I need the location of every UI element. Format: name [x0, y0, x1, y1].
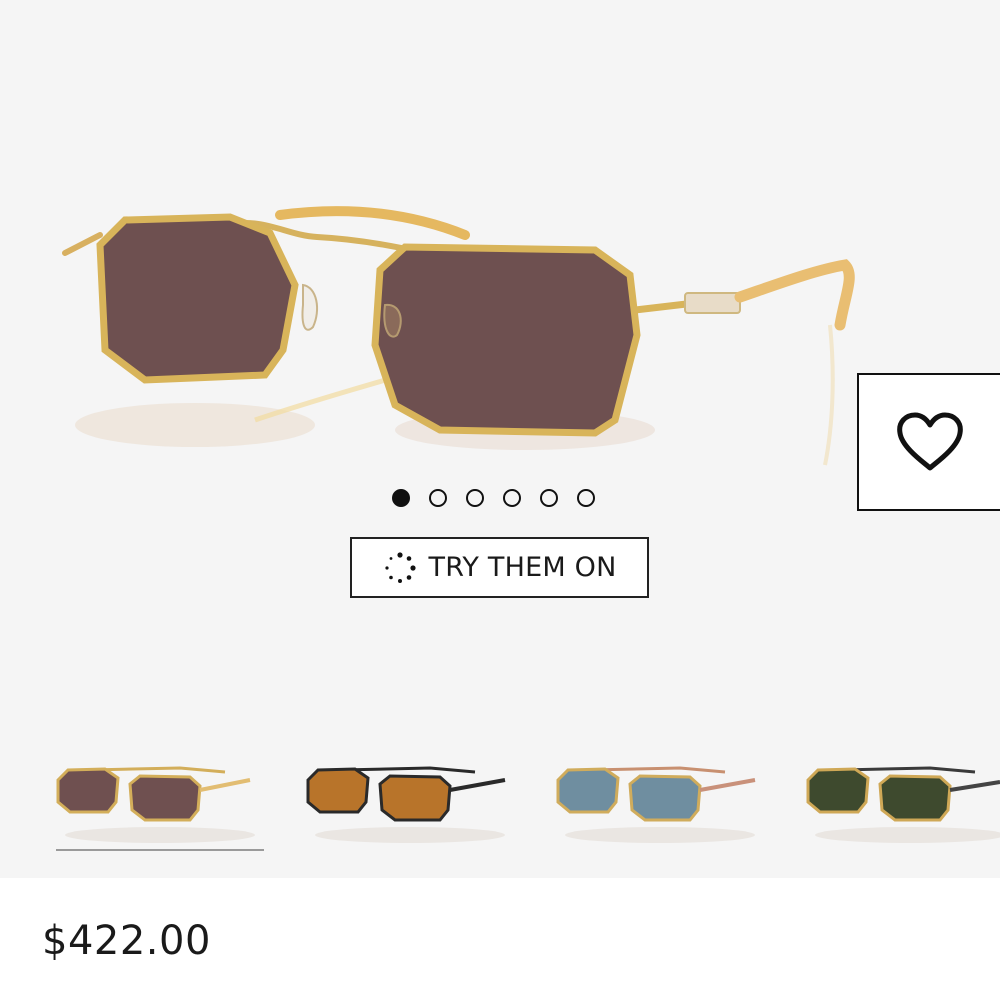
carousel-dot-2[interactable] [429, 489, 447, 507]
selected-variant-indicator [56, 849, 264, 851]
try-them-on-label: TRY THEM ON [428, 552, 617, 583]
product-gallery: TRY THEM ON [0, 0, 1000, 878]
carousel-dot-5[interactable] [540, 489, 558, 507]
variant-thumbnails [0, 740, 1000, 860]
variant-thumbnail-gold-blue[interactable] [550, 740, 765, 850]
variant-thumbnail-black-orange[interactable] [300, 740, 515, 850]
carousel-dot-6[interactable] [577, 489, 595, 507]
variant-thumbnail-gold-green[interactable] [800, 740, 1000, 850]
carousel-dot-4[interactable] [503, 489, 521, 507]
right-lens [371, 243, 641, 437]
product-price: $422.00 [42, 918, 211, 964]
carousel-dot-3[interactable] [466, 489, 484, 507]
carousel-dot-1[interactable] [392, 489, 410, 507]
heart-icon [896, 412, 963, 471]
face-scan-icon [384, 551, 416, 583]
try-them-on-button[interactable]: TRY THEM ON [350, 537, 649, 598]
product-image[interactable] [55, 175, 875, 475]
wishlist-button[interactable] [857, 373, 1000, 511]
left-lens [96, 213, 299, 384]
variant-thumbnail-gold-brown[interactable] [50, 740, 265, 850]
carousel-dots [392, 489, 595, 507]
